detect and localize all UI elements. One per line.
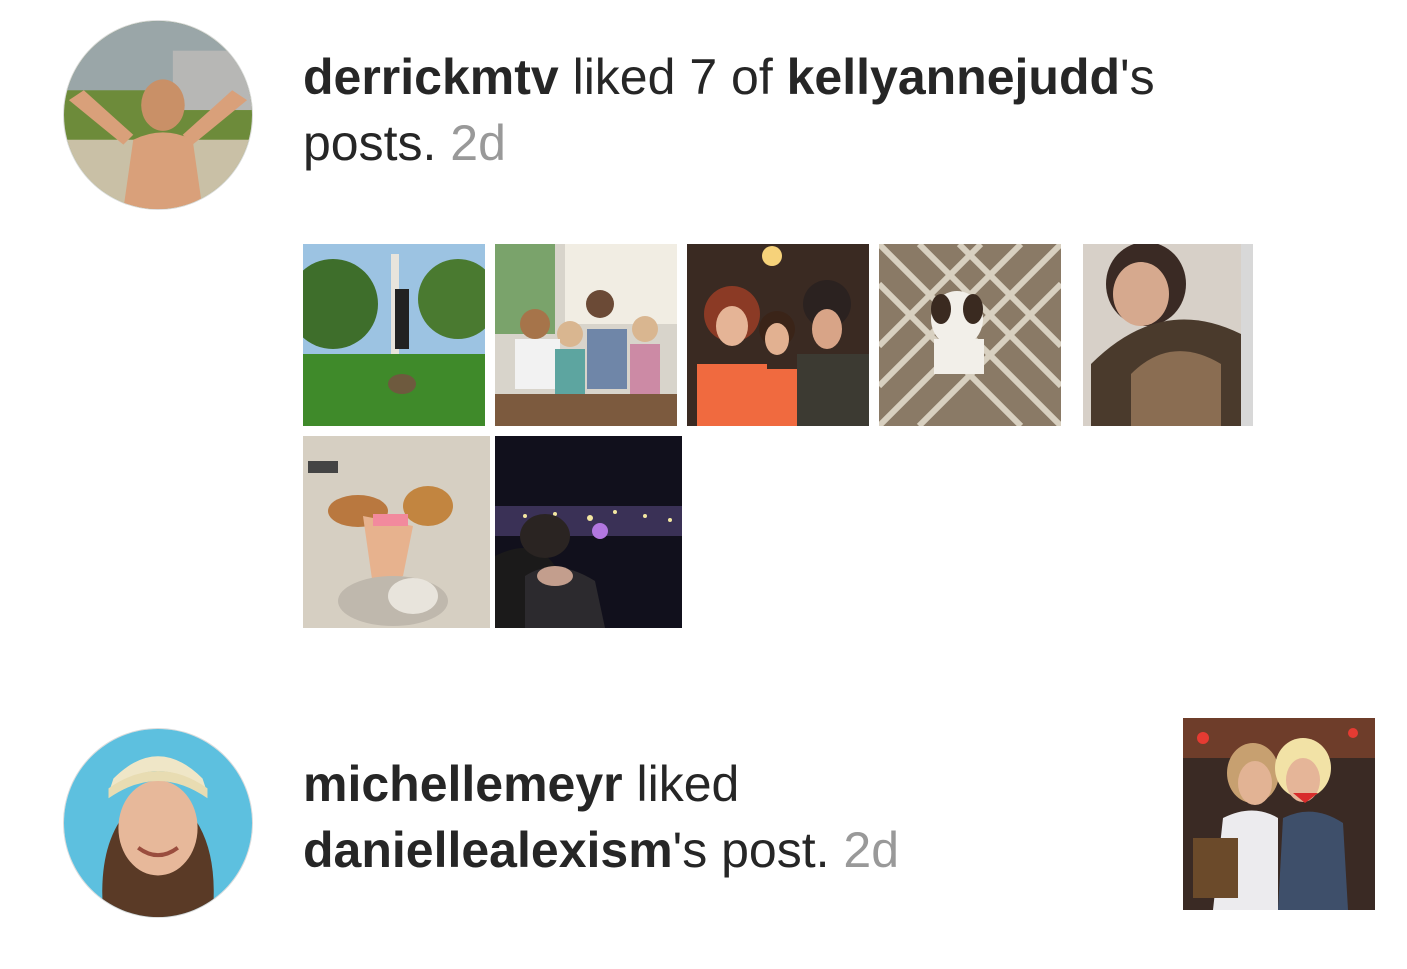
action-text: liked 7 of: [558, 49, 787, 105]
post-thumbnail[interactable]: [1183, 718, 1375, 910]
action-text: liked: [622, 756, 740, 812]
username-link[interactable]: michellemeyr: [303, 756, 623, 812]
suffix-text-2: posts.: [303, 115, 451, 171]
photo-friends-restaurant-icon: [687, 244, 869, 426]
activity-item-derrickmtv[interactable]: derrickmtv liked 7 of kellyannejudd's pos…: [0, 0, 1407, 660]
photo-selfie-dog-icon: [1071, 244, 1253, 426]
username-link[interactable]: derrickmtv: [303, 49, 559, 105]
photo-family-group-icon: [495, 244, 677, 426]
post-thumbnail[interactable]: [303, 244, 485, 426]
post-thumbnail[interactable]: [495, 436, 682, 628]
photo-night-festival-icon: [495, 436, 682, 628]
activity-item-michellemeyr[interactable]: michellemeyr liked daniellealexism's post…: [0, 700, 1407, 960]
photo-puppy-fence-icon: [879, 244, 1061, 426]
photo-beach-dogs-icon: [303, 436, 490, 628]
photo-two-friends-icon: [1183, 718, 1375, 910]
suffix-text: 's: [1120, 49, 1155, 105]
post-thumbnail[interactable]: [1071, 244, 1253, 426]
timestamp: 2d: [843, 822, 900, 878]
post-thumbnail[interactable]: [879, 244, 1061, 426]
post-thumbnail[interactable]: [495, 244, 677, 426]
timestamp: 2d: [450, 115, 506, 171]
target-username-link[interactable]: daniellealexism: [303, 822, 673, 878]
notification-text: derrickmtv liked 7 of kellyannejudd's pos…: [303, 44, 1303, 176]
target-username-link[interactable]: kellyannejudd: [787, 49, 1120, 105]
post-thumbnail[interactable]: [687, 244, 869, 426]
avatar-derrickmtv[interactable]: [63, 20, 253, 210]
avatar-michellemeyr[interactable]: [63, 728, 253, 918]
post-thumbnail[interactable]: [303, 436, 490, 628]
photo-handstand-park-icon: [303, 244, 485, 426]
liked-posts-grid: [0, 244, 1253, 634]
suffix-text: 's post.: [672, 822, 844, 878]
person-photo-icon: [64, 729, 252, 917]
person-photo-icon: [64, 21, 252, 209]
notification-text: michellemeyr liked daniellealexism's post…: [303, 751, 1163, 883]
